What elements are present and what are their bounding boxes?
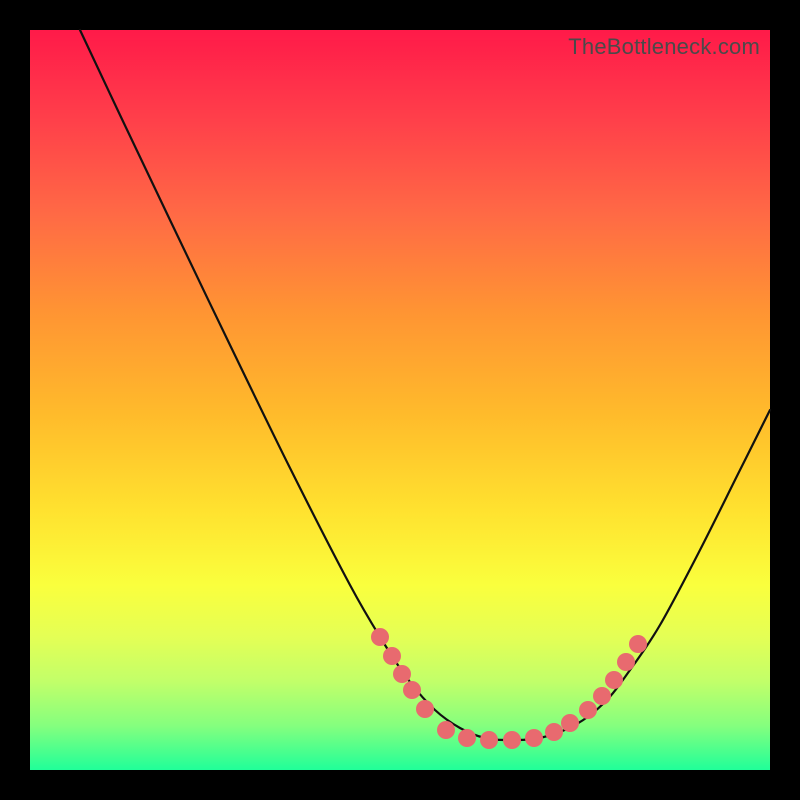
data-point [437,721,455,739]
data-point [383,647,401,665]
data-point [480,731,498,749]
data-point [605,671,623,689]
chart-frame: TheBottleneck.com [0,0,800,800]
data-point [525,729,543,747]
data-point [393,665,411,683]
data-point [503,731,521,749]
data-point [545,723,563,741]
curve-svg [30,30,770,770]
data-point [629,635,647,653]
data-point [561,714,579,732]
data-points-group [371,628,647,749]
plot-area: TheBottleneck.com [30,30,770,770]
data-point [458,729,476,747]
data-point [403,681,421,699]
data-point [371,628,389,646]
data-point [617,653,635,671]
data-point [579,701,597,719]
data-point [416,700,434,718]
bottleneck-curve [80,30,770,740]
data-point [593,687,611,705]
